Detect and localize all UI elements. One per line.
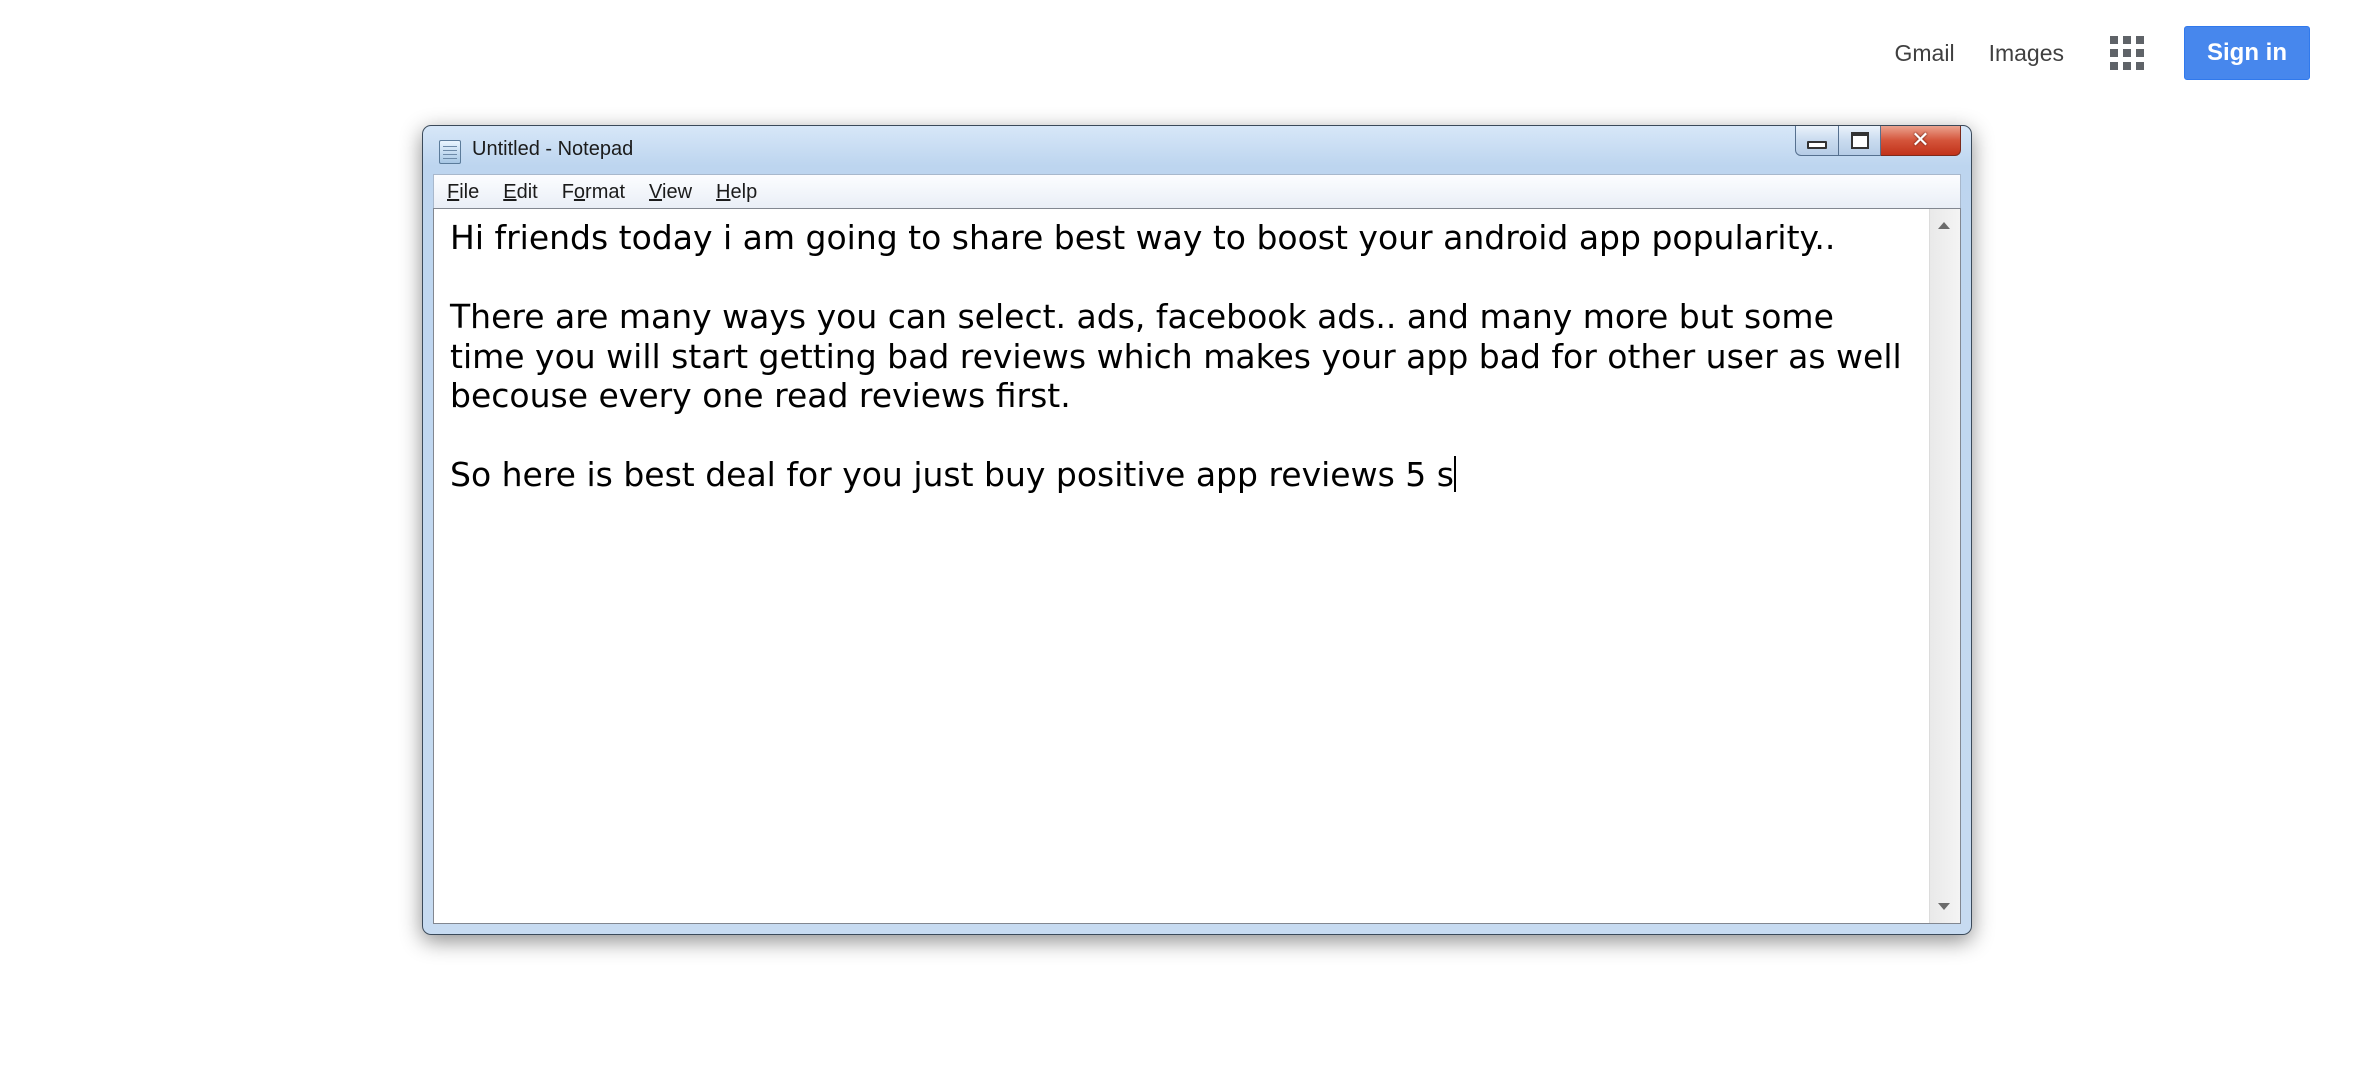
minimize-icon (1807, 140, 1827, 149)
maximize-button[interactable] (1839, 126, 1881, 156)
sign-in-button[interactable]: Sign in (2184, 26, 2310, 80)
document-text-area[interactable]: Hi friends today i am going to share bes… (434, 209, 1930, 923)
apps-grid-icon[interactable] (2110, 36, 2144, 70)
vertical-scrollbar[interactable] (1929, 209, 1960, 923)
menu-format[interactable]: Format (550, 181, 637, 204)
menu-bar: File Edit Format View Help (433, 174, 1961, 209)
close-button[interactable]: ✕ (1881, 126, 1961, 156)
document-text: Hi friends today i am going to share bes… (450, 218, 1902, 494)
google-top-bar: Gmail Images Sign in (1895, 26, 2310, 80)
maximize-icon (1850, 132, 1869, 149)
notepad-window: Untitled - Notepad ✕ File Edit Format Vi… (422, 125, 1972, 935)
window-title: Untitled - Notepad (472, 138, 634, 160)
gmail-link[interactable]: Gmail (1895, 40, 1955, 67)
menu-file[interactable]: File (434, 181, 491, 204)
window-controls: ✕ (1795, 126, 1961, 156)
text-caret (1453, 456, 1456, 492)
notepad-icon (439, 140, 461, 164)
scroll-down-arrow-icon[interactable] (1938, 903, 1950, 910)
menu-view[interactable]: View (637, 181, 704, 204)
title-bar[interactable]: Untitled - Notepad ✕ (423, 126, 1971, 174)
scroll-up-arrow-icon[interactable] (1938, 222, 1950, 229)
close-icon: ✕ (1911, 127, 1930, 153)
text-editor[interactable]: Hi friends today i am going to share bes… (433, 208, 1961, 924)
menu-edit[interactable]: Edit (491, 181, 549, 204)
minimize-button[interactable] (1795, 126, 1839, 156)
images-link[interactable]: Images (1989, 40, 2064, 67)
menu-help[interactable]: Help (704, 181, 769, 204)
